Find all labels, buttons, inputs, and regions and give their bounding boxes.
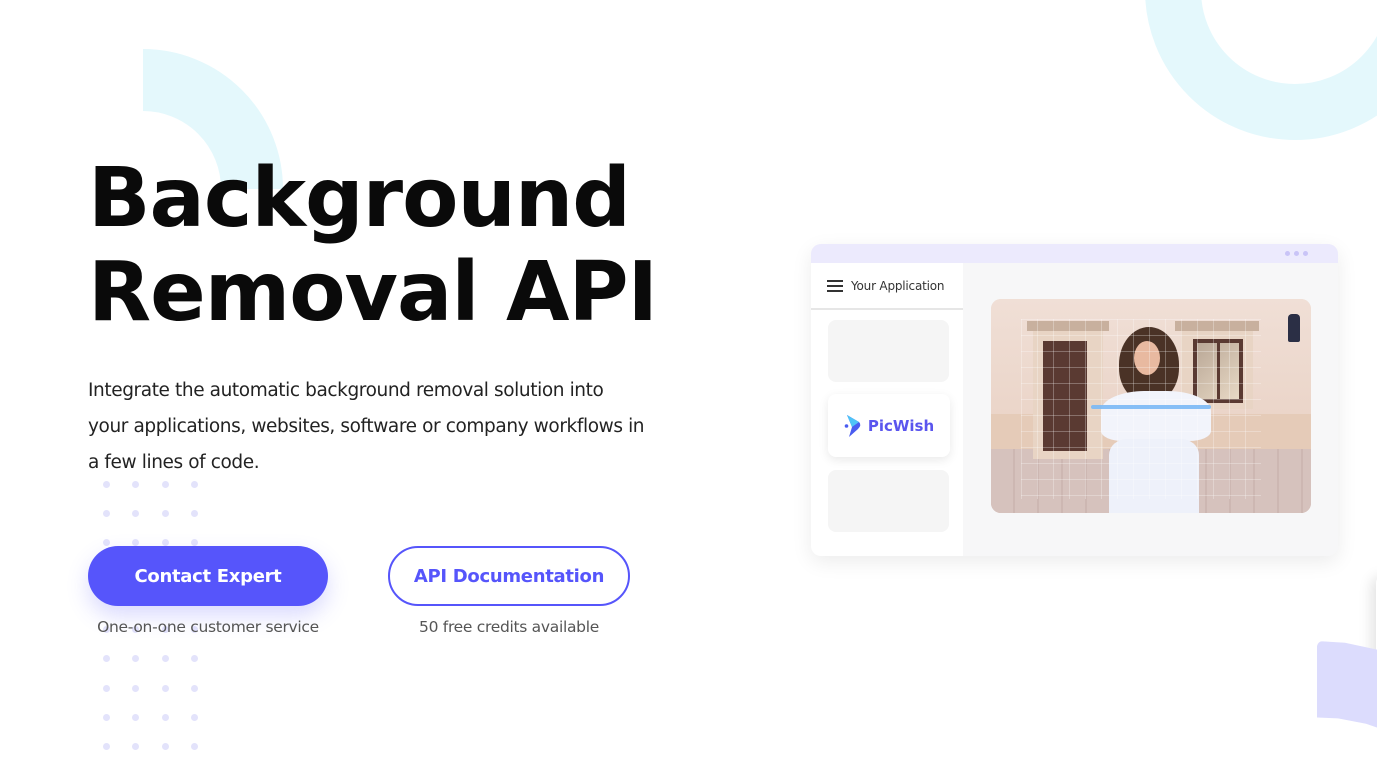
decor-dot: [162, 714, 169, 721]
more-dots-icon: [1285, 251, 1308, 256]
decor-dot: [162, 685, 169, 692]
decor-dot: [191, 510, 198, 517]
decor-dot: [162, 743, 169, 750]
sample-photo: [991, 299, 1311, 513]
decor-lavender-shape: [1317, 641, 1377, 731]
decor-dot: [103, 510, 110, 517]
decor-dot: [191, 685, 198, 692]
decor-dot: [132, 685, 139, 692]
decor-dot: [191, 655, 198, 662]
api-documentation-caption: 50 free credits available: [419, 618, 599, 636]
decor-dot: [162, 539, 169, 546]
decor-dot: [191, 714, 198, 721]
mockup-app-title: Your Application: [851, 278, 945, 293]
decor-dot: [162, 655, 169, 662]
mockup-placeholder-item: [828, 320, 949, 382]
decor-dot: [191, 481, 198, 488]
decor-dot: [132, 510, 139, 517]
photo-lamp: [1288, 314, 1300, 342]
decor-dot: [132, 481, 139, 488]
decor-dot: [162, 510, 169, 517]
decor-dot: [103, 743, 110, 750]
picwish-card: PicWish: [828, 394, 950, 457]
decor-ring-top-right: [1145, 0, 1377, 140]
decor-dot: [132, 655, 139, 662]
contact-expert-caption: One-on-one customer service: [97, 618, 319, 636]
picwish-brand-name: PicWish: [867, 416, 935, 435]
mockup-placeholder-item: [828, 470, 949, 532]
contact-expert-button[interactable]: Contact Expert: [88, 546, 328, 606]
decor-dot: [103, 685, 110, 692]
decor-dot: [191, 743, 198, 750]
decor-dot: [103, 481, 110, 488]
photo-scan-grid: [1021, 319, 1261, 499]
mockup-header: Your Application: [811, 263, 963, 310]
title-line-2: Removal API: [88, 245, 658, 340]
decor-dot: [132, 714, 139, 721]
api-documentation-button[interactable]: API Documentation: [388, 546, 630, 606]
mockup-title-bar: [811, 244, 1338, 263]
decor-dot: [103, 655, 110, 662]
mockup-sidebar: Your Application PicWish: [811, 263, 963, 556]
hero-description: Integrate the automatic background remov…: [88, 380, 645, 473]
hamburger-menu-icon: [827, 279, 843, 292]
decor-dot: [103, 539, 110, 546]
picwish-logo-icon: [844, 414, 862, 438]
decor-dot: [103, 714, 110, 721]
decor-dot: [191, 539, 198, 546]
page-title: Background Removal API: [88, 151, 658, 340]
app-mockup-illustration: Your Application PicWish: [811, 244, 1338, 556]
photo-scan-progress-bar: [1091, 405, 1211, 409]
decor-dot: [162, 481, 169, 488]
title-line-1: Background: [88, 151, 631, 246]
decor-dot: [132, 539, 139, 546]
decor-dot: [132, 743, 139, 750]
